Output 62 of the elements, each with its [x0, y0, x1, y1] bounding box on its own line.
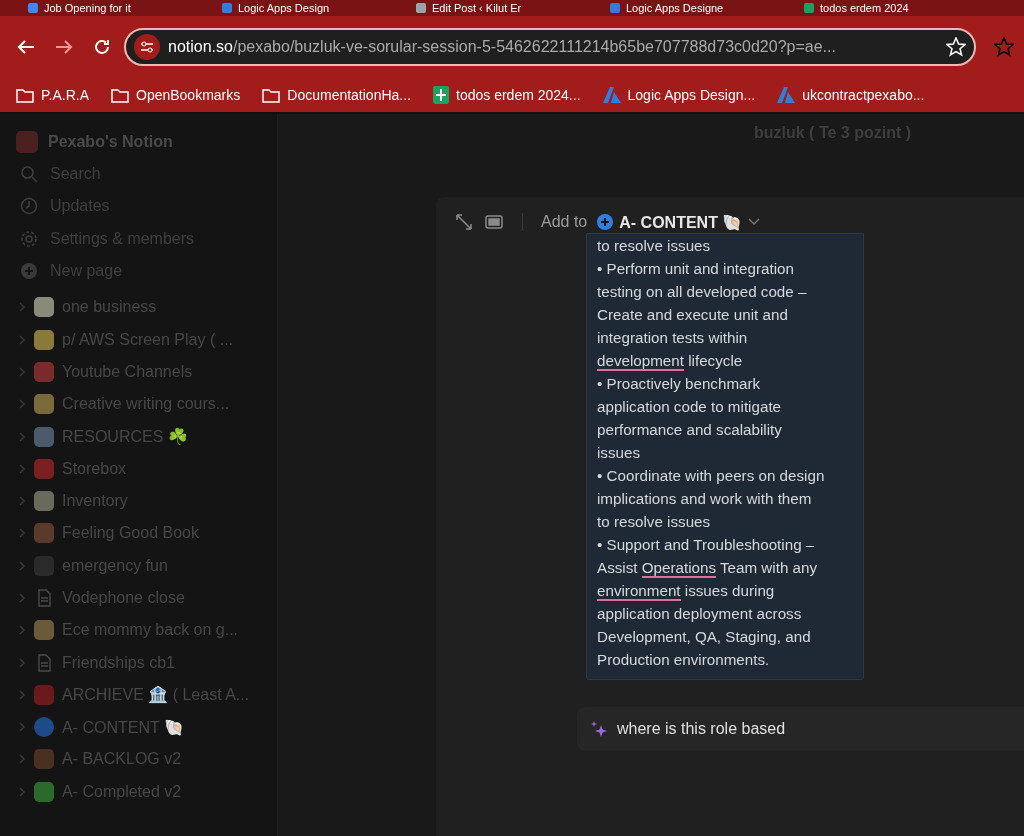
chevron-right-icon: [18, 656, 26, 669]
expand-button[interactable]: [454, 212, 474, 232]
browser-tab[interactable]: Logic Apps Design: [214, 0, 404, 16]
chevron-right-icon: [18, 592, 26, 604]
chevron-right-icon: [18, 688, 26, 701]
forward-arrow-icon: [55, 39, 73, 55]
chevron-right-icon: [18, 430, 26, 443]
chevron-right-icon: [18, 559, 26, 572]
plus-circle-icon: [597, 214, 614, 230]
bookmark-label: Logic Apps Design...: [627, 87, 756, 103]
reload-icon: [93, 38, 111, 56]
bookmark-link[interactable]: DocumentationHa...: [262, 87, 411, 103]
chevron-right-icon: [18, 495, 26, 508]
bookmark-label: ukcontractpexabo...: [802, 87, 925, 103]
browser-tab[interactable]: todos erdem 2024: [796, 0, 986, 16]
clock-icon: [20, 197, 38, 216]
browser-tab[interactable]: Job Opening for it: [20, 0, 210, 16]
chevron-right-icon: [18, 398, 26, 411]
job-description-text: to resolve issues • Perform unit and integration testing on all developed code – Create and execute unit and integration tests within development lifecycle • Proactively benchmark application code to mitigate performance and scalability issues • Coordinate with peers on design implications and work with them to resolve issues • Support and Troubleshooting – Assist Operations Team with any environment issues during application deployment across Development, QA, Staging, and Production environments.: [586, 233, 864, 680]
settings-icon: [20, 229, 38, 248]
chevron-right-icon: [18, 624, 26, 637]
folder-icon: [262, 87, 281, 103]
bookmark-link[interactable]: Logic Apps Design...: [602, 87, 756, 103]
tab-title: Logic Apps Designe: [626, 2, 724, 14]
sparkle-icon: [591, 721, 607, 737]
bookmark-link[interactable]: ukcontractpexabo...: [777, 87, 925, 103]
add-to-label: Add to: [541, 213, 588, 231]
tab-title: todos erdem 2024: [820, 2, 909, 14]
chevron-right-icon: [18, 365, 26, 378]
search-icon: [20, 165, 38, 184]
chevron-right-icon: [18, 785, 26, 798]
tab-title: Logic Apps Design: [238, 2, 330, 14]
chevron-right-icon: [18, 753, 26, 766]
panel-view-button[interactable]: [484, 212, 504, 232]
url-text: notion.so/pexabo/buzluk-ve-sorular-session-5-5462622111214b65be707788d73c0d20?p=ae...: [168, 38, 837, 56]
chevron-down-icon: [748, 218, 761, 226]
chevron-right-icon: [18, 721, 26, 734]
tab-title: Edit Post ‹ Kilut Er: [432, 2, 522, 14]
browser-tab[interactable]: Logic Apps Designe: [602, 0, 792, 16]
folder-icon: [16, 87, 34, 103]
bookmark-link[interactable]: todos erdem 2024...: [433, 86, 581, 104]
address-bar[interactable]: notion.so/pexabo/buzluk-ve-sorular-session-5-5462622111214b65be707788d73c0d20?p=ae...: [124, 28, 976, 66]
tab-title: Job Opening for it: [44, 2, 131, 14]
target-page-dropdown[interactable]: A- CONTENT 🐚: [597, 212, 761, 232]
chevron-right-icon: [18, 301, 26, 314]
chevron-right-icon: [18, 462, 26, 475]
avatar: [16, 131, 38, 153]
bookmark-link[interactable]: P.A.R.A: [16, 87, 89, 103]
site-settings-icon[interactable]: [134, 34, 160, 60]
bookmark-link[interactable]: OpenBookmarks: [111, 87, 241, 103]
folder-icon: [111, 87, 129, 103]
bookmark-label: todos erdem 2024...: [456, 87, 581, 103]
plus-circle-icon: [20, 262, 38, 281]
browser-tab[interactable]: Edit Post ‹ Kilut Er: [408, 0, 598, 16]
bookmark-label: P.A.R.A: [41, 87, 89, 103]
bookmark-label: OpenBookmarks: [136, 87, 241, 103]
back-arrow-icon: [17, 39, 35, 55]
chevron-right-icon: [18, 333, 26, 346]
bookmark-star-icon[interactable]: [946, 37, 966, 57]
star-icon[interactable]: [994, 37, 1014, 57]
bookmark-label: DocumentationHa...: [287, 87, 411, 103]
chevron-right-icon: [18, 527, 26, 540]
